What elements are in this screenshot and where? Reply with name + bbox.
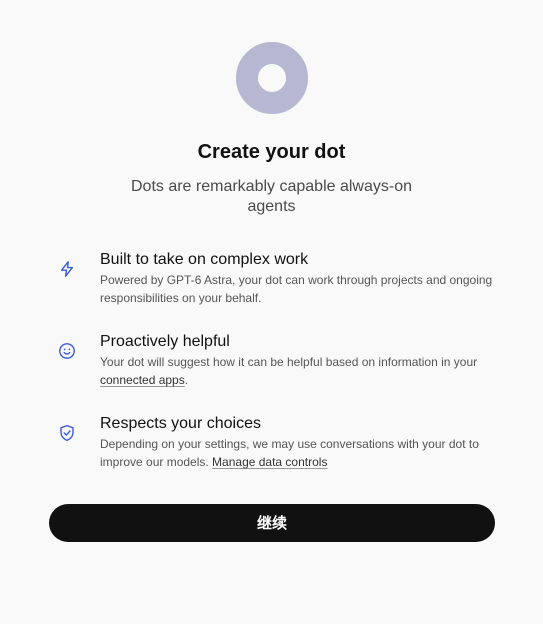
manage-data-controls-link[interactable]: Manage data controls (212, 455, 327, 469)
feature-description: Depending on your settings, we may use c… (100, 435, 495, 471)
create-dot-page: Create your dot Dots are remarkably capa… (0, 0, 543, 624)
feature-title: Built to take on complex work (100, 251, 309, 268)
page-subtitle: Dots are remarkably capable always-on ag… (130, 178, 412, 215)
lightning-icon (58, 260, 76, 278)
feature-title: Respects your choices (100, 415, 261, 432)
connected-apps-link[interactable]: connected apps (100, 373, 185, 387)
feature-description: Your dot will suggest how it can be help… (100, 353, 495, 389)
feature-item: Built to take on complex work Powered by… (49, 248, 495, 330)
page-title: Create your dot (197, 141, 346, 163)
dot-logo (236, 42, 308, 114)
feature-item: Respects your choices Depending on your … (49, 412, 495, 494)
feature-title: Proactively helpful (100, 333, 230, 350)
feature-list: Built to take on complex work Powered by… (49, 248, 495, 494)
feature-item: Proactively helpful Your dot will sugges… (49, 330, 495, 412)
smiley-icon (58, 342, 76, 360)
shield-check-icon (58, 424, 76, 442)
feature-description-text: Your dot will suggest how it can be help… (100, 355, 478, 369)
feature-description-end: . (184, 373, 189, 387)
feature-description: Powered by GPT-6 Astra, your dot can wor… (100, 273, 493, 305)
continue-button[interactable]: 继续 (49, 504, 495, 542)
